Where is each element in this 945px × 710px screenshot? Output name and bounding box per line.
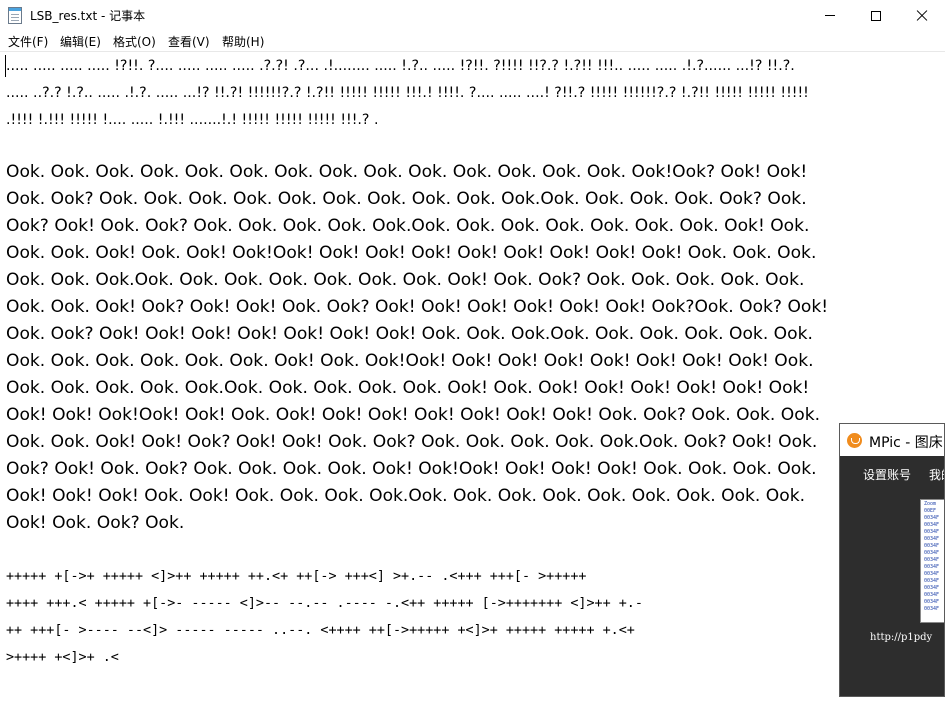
- ook-line: Ook. Ook. Ook. Ook. Ook. Ook. Ook. Ook. …: [6, 162, 808, 182]
- mpic-title-bar[interactable]: MPic - 图床: [840, 424, 944, 456]
- ook-line: Ook. Ook. Ook.Ook. Ook. Ook. Ook. Ook. O…: [6, 270, 805, 290]
- notepad-icon: [8, 7, 22, 24]
- thumbnail-text: 0034F: [924, 571, 940, 577]
- minimize-button[interactable]: [807, 0, 853, 31]
- mpic-window[interactable]: MPic - 图床 设置账号 我的 Zoom 00EF 0034F 0034F …: [839, 423, 945, 697]
- ook-line: Ook! Ook! Ook!Ook! Ook! Ook. Ook! Ook! O…: [6, 405, 821, 425]
- image-url-text[interactable]: http://p1pdy: [870, 632, 932, 643]
- maximize-icon: [871, 10, 881, 21]
- dots-line: .!!!! !.!!! !!!!! !.... ..... !.!!! ....…: [6, 112, 379, 128]
- dots-line: ..... ..?.? !.?.. ..... .!.?. ..... ...!…: [6, 85, 809, 101]
- thumbnail-text: 0034F: [924, 515, 940, 521]
- ook-line: Ook. Ook. Ook. Ook. Ook. Ook. Ook! Ook. …: [6, 351, 814, 371]
- ook-line: Ook. Ook? Ook! Ook! Ook! Ook! Ook! Ook! …: [6, 324, 813, 344]
- ook-line: Ook? Ook! Ook. Ook? Ook. Ook. Ook. Ook. …: [6, 216, 810, 236]
- thumbnail-text: 0034F: [924, 564, 940, 570]
- ook-line: Ook! Ook! Ook! Ook. Ook! Ook. Ook. Ook. …: [6, 486, 806, 506]
- menu-format[interactable]: 格式(O): [113, 33, 156, 50]
- thumbnail-text: 0034F: [924, 529, 940, 535]
- brainfuck-line: ++++ +++.< +++++ +[->- ----- <]>-- --.--…: [6, 596, 643, 611]
- mpic-menu-settings[interactable]: 设置账号: [863, 466, 911, 483]
- text-editor[interactable]: ..... ..... ..... ..... !?!!. ?.... ....…: [0, 51, 945, 710]
- thumbnail-text: Zoom: [924, 501, 937, 507]
- thumbnail-text: 0034F: [924, 557, 940, 563]
- title-bar[interactable]: LSB_res.txt - 记事本: [0, 0, 945, 31]
- thumbnail-text: 0034F: [924, 592, 940, 598]
- menu-help[interactable]: 帮助(H): [222, 33, 264, 50]
- mpic-menu-mine[interactable]: 我的: [929, 466, 944, 483]
- ook-line: Ook. Ook. Ook! Ook? Ook! Ook! Ook. Ook? …: [6, 297, 829, 317]
- brainfuck-line: +++++ +[->+ +++++ <]>++ +++++ ++.<+ ++[-…: [6, 569, 587, 584]
- thumbnail-text: 0034F: [924, 522, 940, 528]
- minimize-icon: [825, 15, 835, 16]
- mpic-title: MPic - 图床: [869, 435, 943, 451]
- ook-line: Ook! Ook. Ook? Ook.: [6, 513, 185, 533]
- menu-file[interactable]: 文件(F): [8, 33, 48, 50]
- thumbnail-text: 0034F: [924, 543, 940, 549]
- mpic-menu-bar: 设置账号 我的: [840, 456, 944, 486]
- window-title: LSB_res.txt - 记事本: [30, 9, 146, 23]
- image-thumbnail[interactable]: Zoom 00EF 0034F 0034F 0034F 0034F 0034F …: [920, 499, 944, 623]
- thumbnail-text: 0034F: [924, 536, 940, 542]
- thumbnail-text: 00EF: [924, 508, 937, 514]
- thumbnail-text: 0034F: [924, 585, 940, 591]
- ook-line: Ook? Ook! Ook. Ook? Ook. Ook. Ook. Ook. …: [6, 459, 817, 479]
- ook-line: Ook. Ook. Ook! Ook. Ook! Ook!Ook! Ook! O…: [6, 243, 817, 263]
- close-icon: [916, 10, 928, 22]
- menu-view[interactable]: 查看(V): [168, 33, 210, 50]
- dots-line: ..... ..... ..... ..... !?!!. ?.... ....…: [6, 58, 795, 74]
- thumbnail-text: 0034F: [924, 599, 940, 605]
- menu-edit[interactable]: 编辑(E): [60, 33, 101, 50]
- thumbnail-text: 0034F: [924, 578, 940, 584]
- brainfuck-line: >++++ +<]>+ .<: [6, 650, 119, 665]
- thumbnail-text: 0034F: [924, 606, 940, 612]
- brainfuck-line: ++ +++[- >---- --<]> ----- ----- ..--. <…: [6, 623, 635, 638]
- mpic-logo-icon: [847, 433, 862, 448]
- menu-bar: 文件(F) 编辑(E) 格式(O) 查看(V) 帮助(H): [0, 31, 945, 51]
- maximize-button[interactable]: [853, 0, 899, 31]
- close-button[interactable]: [899, 0, 945, 31]
- ook-line: Ook. Ook. Ook. Ook. Ook.Ook. Ook. Ook. O…: [6, 378, 810, 398]
- ook-line: Ook. Ook? Ook. Ook. Ook. Ook. Ook. Ook. …: [6, 189, 807, 209]
- thumbnail-text: 0034F: [924, 550, 940, 556]
- ook-line: Ook. Ook. Ook! Ook! Ook? Ook! Ook! Ook. …: [6, 432, 818, 452]
